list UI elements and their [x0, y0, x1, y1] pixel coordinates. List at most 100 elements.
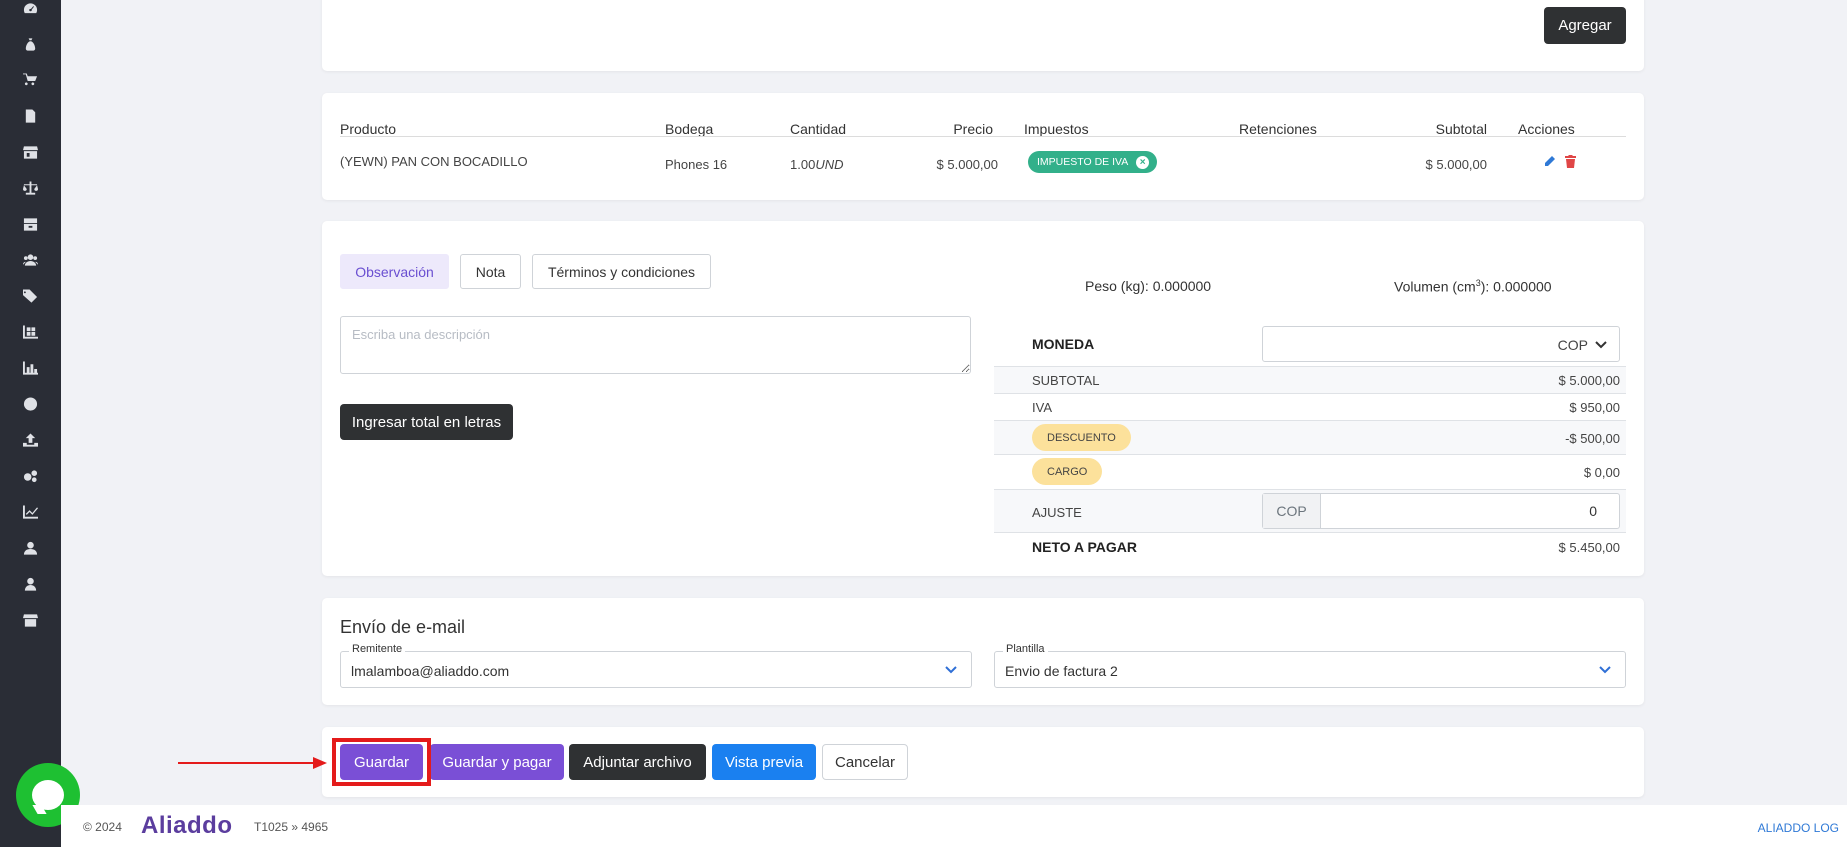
notes-totals-card: Observación Nota Términos y condiciones … — [322, 221, 1644, 576]
inventory-icon[interactable] — [22, 217, 38, 231]
user-icon[interactable] — [22, 577, 38, 591]
template-label: Plantilla — [1003, 643, 1048, 655]
shop-icon[interactable] — [22, 613, 38, 627]
aliaddo-log-link[interactable]: ALIADDO LOG — [1758, 821, 1839, 835]
pointer-arrow — [178, 757, 327, 769]
store-icon[interactable] — [22, 145, 38, 159]
edit-icon[interactable] — [1543, 155, 1556, 171]
template-select[interactable]: Plantilla Envio de factura 2 — [994, 643, 1626, 688]
preview-button[interactable]: Vista previa — [712, 744, 816, 780]
quantity-value: 1.00 — [790, 157, 816, 172]
tax-pill-label: IMPUESTO DE IVA — [1037, 156, 1129, 168]
currency-row: MONEDA COP — [994, 321, 1626, 366]
tab-observacion[interactable]: Observación — [340, 254, 449, 289]
actions-card: Guardar Guardar y pagar Adjuntar archivo… — [322, 727, 1644, 797]
net-label: NETO A PAGAR — [1032, 539, 1138, 555]
sender-value: lmalamboa@aliaddo.com — [351, 663, 510, 679]
charge-row: CARGO $ 0,00 — [994, 454, 1626, 489]
header-actions: Acciones — [1518, 121, 1575, 137]
cart-icon[interactable] — [22, 73, 38, 87]
products-table-card: Producto Bodega Cantidad Precio Impuesto… — [322, 93, 1644, 200]
chat-icon — [32, 780, 64, 810]
chevron-down-icon — [1599, 666, 1611, 674]
currency-value: COP — [1557, 337, 1588, 353]
adjust-label: AJUSTE — [1032, 505, 1082, 520]
header-quantity: Cantidad — [790, 121, 847, 137]
header-product: Producto — [340, 121, 397, 137]
cell-subtotal: $ 5.000,00 — [1425, 157, 1487, 172]
header-taxes: Impuestos — [1024, 121, 1089, 137]
header-divider — [340, 136, 1626, 137]
volume-prefix: Volumen (cm — [1394, 278, 1476, 295]
currency-select[interactable]: COP — [1262, 326, 1620, 362]
adjust-row: AJUSTE COP — [994, 489, 1626, 532]
footer: © 2024 Aliaddo T1025 » 4965 ALIADDO LOG — [61, 805, 1847, 847]
cell-price: $ 5.000,00 — [936, 157, 998, 172]
cancel-button[interactable]: Cancelar — [822, 744, 908, 780]
discount-value: -$ 500,00 — [1565, 431, 1620, 446]
iva-value: $ 950,00 — [1569, 400, 1620, 415]
chevron-down-icon — [945, 666, 957, 674]
settings-icon[interactable] — [22, 469, 38, 483]
email-card: Envío de e-mail Remitente lmalamboa@alia… — [322, 598, 1644, 705]
analytics-icon[interactable] — [22, 505, 38, 519]
sender-select[interactable]: Remitente lmalamboa@aliaddo.com — [340, 643, 972, 688]
tab-nota[interactable]: Nota — [460, 254, 521, 289]
subtotal-value: $ 5.000,00 — [1558, 373, 1620, 388]
subtotal-row: SUBTOTAL $ 5.000,00 — [994, 366, 1626, 393]
attach-file-button[interactable]: Adjuntar archivo — [569, 744, 706, 780]
save-highlight-box — [332, 738, 431, 786]
scale-icon[interactable] — [22, 181, 38, 195]
cell-quantity: 1.00UND — [790, 157, 843, 172]
money-bag-icon[interactable] — [22, 37, 38, 51]
volume-text: Volumen (cm3): 0.000000 — [1394, 278, 1552, 295]
warehouse-icon[interactable] — [22, 325, 38, 339]
discount-row: DESCUENTO -$ 500,00 — [994, 420, 1626, 454]
header-retentions: Retenciones — [1239, 121, 1317, 137]
adjust-input[interactable] — [1321, 494, 1619, 528]
dashboard-icon[interactable] — [22, 1, 38, 15]
subtotal-label: SUBTOTAL — [1032, 373, 1100, 388]
template-value: Envio de factura 2 — [1005, 663, 1118, 679]
version-text: T1025 » 4965 — [254, 820, 329, 834]
delete-icon[interactable] — [1565, 155, 1576, 171]
tax-pill: IMPUESTO DE IVA × — [1028, 151, 1158, 173]
charge-value: $ 0,00 — [1583, 465, 1620, 480]
upload-icon[interactable] — [22, 433, 38, 447]
coin-icon[interactable] — [22, 397, 38, 411]
header-subtotal: Subtotal — [1435, 121, 1487, 137]
net-value: $ 5.450,00 — [1558, 540, 1620, 555]
remove-tax-icon[interactable]: × — [1136, 155, 1150, 169]
tags-icon[interactable] — [22, 289, 38, 303]
add-button[interactable]: Agregar — [1544, 7, 1626, 44]
chart-bar-icon[interactable] — [22, 361, 38, 375]
users-icon[interactable] — [22, 253, 38, 267]
copyright: © 2024 — [83, 820, 122, 834]
brand-logo: Aliaddo — [141, 812, 233, 839]
adjust-input-group: COP — [1262, 493, 1620, 529]
save-and-pay-button[interactable]: Guardar y pagar — [430, 744, 564, 780]
volume-suffix: ): 0.000000 — [1480, 278, 1552, 295]
weight-text: Peso (kg): 0.000000 — [1085, 278, 1212, 294]
total-in-words-button[interactable]: Ingresar total en letras — [340, 404, 513, 440]
sidebar — [0, 0, 61, 847]
cell-product: (YEWN) PAN CON BOCADILLO — [340, 154, 528, 169]
header-price: Precio — [953, 121, 993, 137]
discount-pill[interactable]: DESCUENTO — [1032, 424, 1131, 451]
net-row: NETO A PAGAR $ 5.450,00 — [994, 532, 1626, 562]
adjust-currency-addon: COP — [1263, 494, 1321, 528]
cell-warehouse: Phones 16 — [665, 157, 728, 172]
iva-label: IVA — [1032, 400, 1052, 415]
user-tie-icon[interactable] — [22, 541, 38, 555]
currency-label: MONEDA — [1032, 336, 1095, 352]
charge-pill[interactable]: CARGO — [1032, 458, 1103, 485]
chevron-down-icon — [1595, 341, 1607, 349]
email-title: Envío de e-mail — [340, 617, 466, 637]
iva-row: IVA $ 950,00 — [994, 393, 1626, 420]
sender-label: Remitente — [349, 643, 406, 655]
document-icon[interactable] — [22, 109, 38, 123]
tab-terminos[interactable]: Términos y condiciones — [532, 254, 711, 289]
quantity-unit: UND — [815, 157, 844, 172]
add-product-card: Agregar — [322, 0, 1644, 71]
description-field[interactable] — [340, 316, 971, 374]
